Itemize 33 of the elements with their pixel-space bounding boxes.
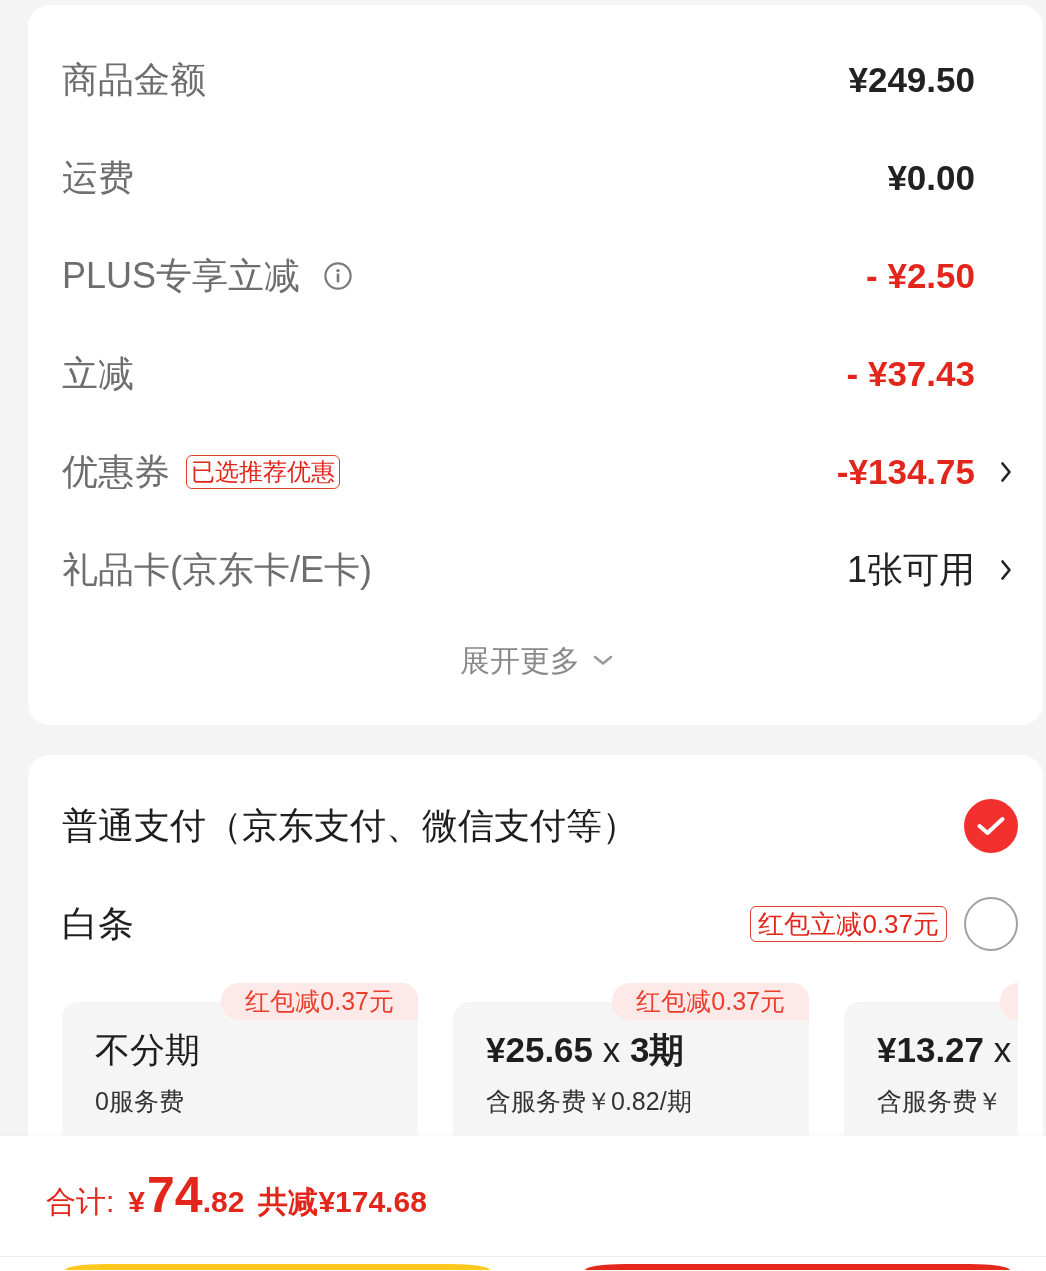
- installment-title: ¥25.65 x 3期: [486, 1029, 686, 1071]
- summary-value[interactable]: -¥134.75: [836, 451, 975, 493]
- summary-label: 优惠券: [62, 450, 170, 494]
- summary-value: - ¥2.50: [866, 255, 975, 297]
- radio-button[interactable]: [964, 799, 1018, 853]
- payment-option-label: 白条: [62, 902, 135, 946]
- summary-label: 立减: [62, 352, 134, 396]
- payment-option-label: 普通支付（京东支付、微信支付等）: [62, 804, 639, 848]
- summary-label: 运费: [62, 156, 134, 200]
- promo-badge: 已选推荐优惠: [186, 455, 340, 489]
- promo-tag: 红包减0.37元: [612, 983, 809, 1020]
- summary-value: ¥249.50: [848, 59, 975, 101]
- installment-option[interactable]: ¥13.27 x 含服务费￥: [844, 1002, 1018, 1136]
- promo-tag: 红包减0.37元: [221, 983, 418, 1020]
- total-saving: 共减¥174.68: [258, 1187, 427, 1217]
- installment-fee: 含服务费￥: [877, 1086, 1003, 1117]
- total-label: 合计:: [46, 1187, 115, 1217]
- installment-fee: 含服务费￥0.82/期: [486, 1086, 693, 1117]
- check-icon: [977, 816, 1005, 836]
- chevron-down-icon: [592, 654, 614, 666]
- installment-fee: 0服务费: [95, 1086, 185, 1117]
- summary-label: PLUS专享立减: [62, 254, 301, 298]
- action-button[interactable]: [585, 1264, 1010, 1270]
- summary-label: 商品金额: [62, 58, 206, 102]
- total-price: ¥74.82: [128, 1170, 245, 1220]
- promo-badge: 红包立减0.37元: [750, 905, 947, 943]
- summary-value[interactable]: 1张可用: [846, 548, 975, 592]
- summary-label: 礼品卡(京东卡/E卡): [62, 548, 372, 592]
- installment-title: 不分期: [95, 1029, 201, 1071]
- summary-value: - ¥37.43: [846, 353, 975, 395]
- radio-button[interactable]: [964, 897, 1018, 951]
- installment-title: ¥13.27 x: [877, 1029, 1013, 1071]
- summary-value: ¥0.00: [887, 157, 975, 199]
